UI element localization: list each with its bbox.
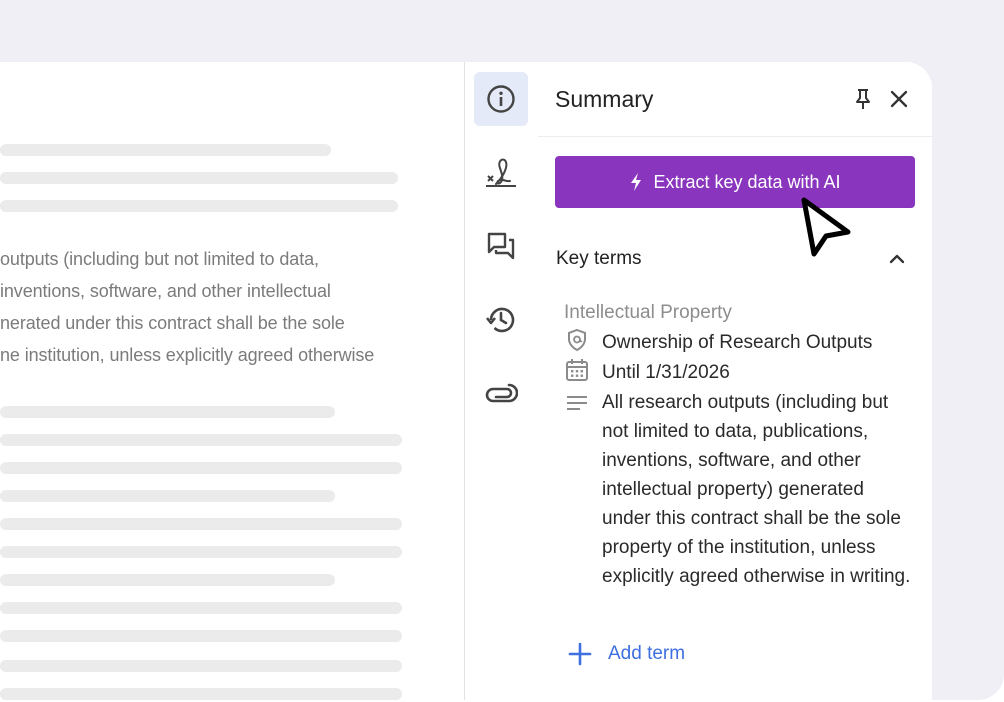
close-icon[interactable]: [887, 87, 911, 111]
text-placeholder-line: [0, 490, 335, 502]
app-frame: outputs (including but not limited to da…: [0, 0, 1004, 700]
key-terms-heading: Key terms: [556, 248, 642, 269]
info-icon: [487, 85, 515, 113]
chevron-up-icon[interactable]: [886, 248, 908, 270]
term-date: Until 1/31/2026: [602, 362, 730, 383]
extract-ai-button[interactable]: Extract key data with AI: [555, 156, 915, 208]
text-placeholder-line: [0, 688, 402, 700]
panel-header: Summary: [538, 62, 932, 137]
document-text-line: nerated under this contract shall be the…: [0, 313, 345, 333]
text-placeholder-line: [0, 546, 402, 558]
description-icon: [567, 396, 587, 410]
add-term-label: Add term: [608, 643, 686, 664]
document-text-line: inventions, software, and other intellec…: [0, 281, 331, 301]
document-preview: outputs (including but not limited to da…: [0, 62, 464, 700]
attachment-icon: [485, 383, 518, 403]
rail-button-info[interactable]: [474, 72, 528, 126]
extract-ai-button-label: Extract key data with AI: [653, 171, 841, 192]
rail-button-history[interactable]: [474, 293, 528, 347]
document-text-line: outputs (including but not limited to da…: [0, 249, 319, 269]
mouse-cursor-icon: [801, 197, 851, 257]
term-category: Intellectual Property: [564, 302, 732, 323]
text-placeholder-line: [0, 200, 398, 212]
rail-button-comments[interactable]: [474, 219, 528, 273]
side-rail: [464, 62, 539, 700]
panel-title: Summary: [555, 86, 654, 112]
history-icon: [485, 307, 515, 333]
app-window: outputs (including but not limited to da…: [0, 62, 932, 700]
term-name-row[interactable]: Ownership of Research Outputs: [564, 328, 872, 357]
pin-icon[interactable]: [851, 87, 875, 111]
add-term-button[interactable]: Add term: [568, 642, 685, 666]
text-placeholder-line: [0, 518, 402, 530]
text-placeholder-line: [0, 602, 402, 614]
term-date-row: Until 1/31/2026: [564, 358, 730, 387]
calendar-icon: [566, 359, 588, 381]
term-description: All research outputs (including but not …: [602, 392, 911, 587]
text-placeholder-line: [0, 406, 335, 418]
signature-icon: [486, 158, 516, 187]
text-placeholder-line: [0, 434, 402, 446]
text-placeholder-line: [0, 462, 402, 474]
plus-icon: [568, 642, 592, 666]
rail-button-attachments[interactable]: [474, 366, 528, 420]
text-placeholder-line: [0, 630, 402, 642]
text-placeholder-line: [0, 172, 398, 184]
rail-button-signature[interactable]: [474, 146, 528, 200]
text-placeholder-line: [0, 574, 335, 586]
shield-icon: [568, 328, 586, 352]
summary-panel: Summary Extract key data with AI Key ter…: [538, 62, 932, 700]
text-placeholder-line: [0, 660, 402, 672]
text-placeholder-line: [0, 144, 331, 156]
document-text-line: ne institution, unless explicitly agreed…: [0, 345, 375, 365]
comments-icon: [487, 232, 515, 260]
term-name: Ownership of Research Outputs: [602, 332, 873, 353]
lightning-icon: [631, 173, 642, 191]
